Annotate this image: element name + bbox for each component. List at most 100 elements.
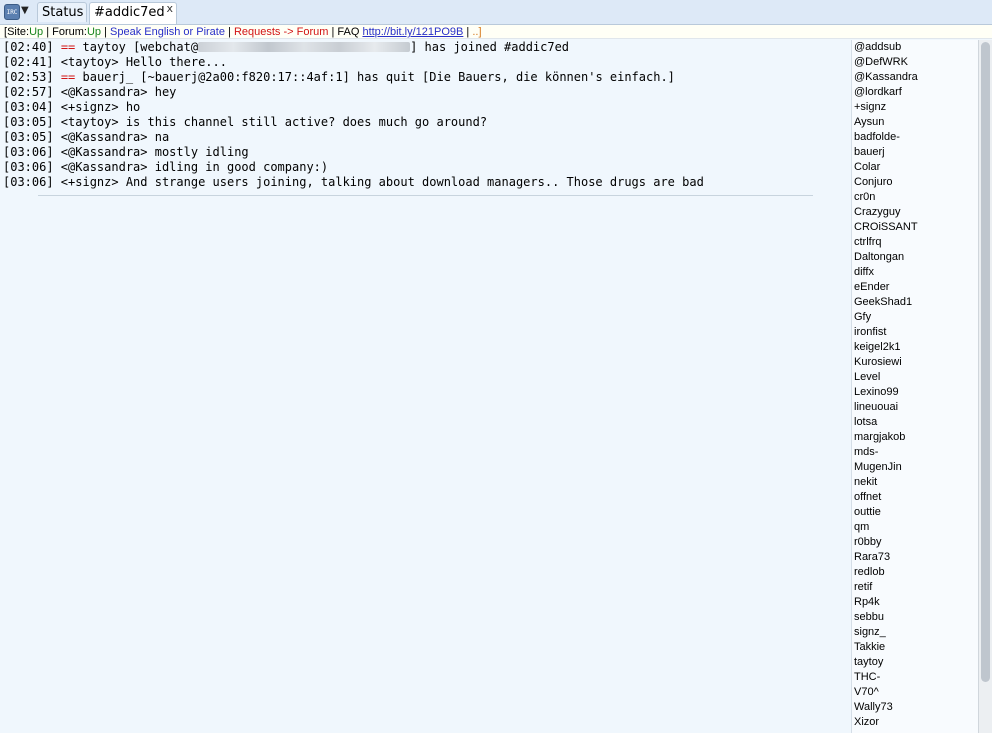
chat-message-area[interactable]: [02:40] == taytoy [webchat@ ] has joined … [0, 40, 850, 733]
tab-addic7ed[interactable]: #addic7ed x [89, 2, 177, 24]
nick-item[interactable]: ctrlfrq [854, 235, 882, 250]
topic-faq-label: FAQ [337, 26, 363, 38]
nick-item[interactable]: bauerj [854, 145, 885, 160]
nick-item[interactable]: offnet [854, 490, 881, 505]
nick-item[interactable]: @addsub [854, 40, 901, 55]
nick-item[interactable]: keigel2k1 [854, 340, 900, 355]
message-text: <@Kassandra> hey [53, 85, 177, 99]
topic-site-status: Up [29, 26, 44, 38]
nick-item[interactable]: retif [854, 580, 872, 595]
message-time: [02:40] [3, 40, 54, 54]
message-text: <@Kassandra> idling in good company:) [53, 160, 329, 174]
nick-item[interactable]: Crazyguy [854, 205, 900, 220]
nick-item[interactable]: Rp4k [854, 595, 880, 610]
nick-item[interactable]: +signz [854, 100, 886, 115]
message-text: taytoy [webchat@ [75, 40, 199, 54]
nick-item[interactable]: redlob [854, 565, 885, 580]
nick-item[interactable]: qm [854, 520, 869, 535]
nick-item[interactable]: MugenJin [854, 460, 902, 475]
nick-list-scrollbar[interactable] [978, 40, 992, 733]
nick-item[interactable]: sebbu [854, 610, 884, 625]
message-time: [02:53] [3, 70, 54, 84]
nick-item[interactable]: Gfy [854, 310, 871, 325]
nick-item[interactable]: margjakob [854, 430, 905, 445]
nick-item[interactable]: r0bby [854, 535, 882, 550]
chat-line: [03:04] <+signz> ho [3, 100, 140, 115]
nick-item[interactable]: @Kassandra [854, 70, 918, 85]
nick-item[interactable]: Xizor [854, 715, 879, 730]
chat-line: [03:06] <@Kassandra> mostly idling [3, 145, 249, 160]
nick-item[interactable]: cr0n [854, 190, 875, 205]
nick-item[interactable]: ironfist [854, 325, 886, 340]
scrollbar-thumb[interactable] [981, 42, 990, 682]
nick-item[interactable]: V70^ [854, 685, 879, 700]
nick-list[interactable]: @addsub @DefWRK @Kassandra @lordkarf +si… [851, 40, 979, 733]
chat-line: [03:05] <@Kassandra> na [3, 130, 169, 145]
message-text: ] has joined #addic7ed [410, 40, 570, 54]
chat-line: [03:06] <+signz> And strange users joini… [3, 175, 704, 190]
nick-item[interactable]: CROiSSANT [854, 220, 918, 235]
nick-item[interactable]: Kurosiewi [854, 355, 902, 370]
nick-item[interactable]: GeekShad1 [854, 295, 912, 310]
nick-item[interactable]: Daltongan [854, 250, 904, 265]
topic-forum-label: Forum: [52, 26, 87, 38]
nick-item[interactable]: Colar [854, 160, 880, 175]
chat-line: [03:06] <@Kassandra> idling in good comp… [3, 160, 328, 175]
redacted-hostname [198, 42, 411, 52]
nick-item[interactable]: mds- [854, 445, 878, 460]
chat-line: [02:57] <@Kassandra> hey [3, 85, 176, 100]
message-text: <+signz> ho [53, 100, 141, 114]
topic-speak-rule: Speak English or Pirate [110, 26, 225, 38]
chat-line: [03:05] <taytoy> is this channel still a… [3, 115, 487, 130]
message-text: <@Kassandra> mostly idling [53, 145, 249, 159]
nick-item[interactable]: Level [854, 370, 880, 385]
tab-bar: IRC ▼ Status #addic7ed x [0, 0, 992, 25]
topic-separator: | [463, 26, 473, 38]
message-time: [03:05] [3, 130, 54, 144]
nick-item[interactable]: eEnder [854, 280, 889, 295]
nick-item[interactable]: signz_ [854, 625, 886, 640]
topic-separator: | [43, 26, 53, 38]
topic-separator: | [224, 26, 234, 38]
nick-item[interactable]: nekit [854, 475, 877, 490]
channel-topic: [Site:Up | Forum:Up | Speak English or P… [0, 25, 992, 39]
nick-item[interactable]: Aysun [854, 115, 884, 130]
tab-label: Status [42, 5, 84, 20]
message-text: <taytoy> Hello there... [53, 55, 227, 69]
nick-item[interactable]: Rara73 [854, 550, 890, 565]
chevron-down-icon[interactable]: ▼ [21, 5, 29, 16]
close-icon[interactable]: x [166, 0, 173, 18]
nick-item[interactable]: Lexino99 [854, 385, 899, 400]
message-time: [02:41] [3, 55, 54, 69]
irc-menu-icon[interactable]: IRC [4, 4, 20, 20]
nick-item[interactable]: @lordkarf [854, 85, 902, 100]
last-read-divider [38, 195, 813, 196]
topic-ellipsis: ..] [472, 26, 482, 38]
nick-item[interactable]: diffx [854, 265, 874, 280]
message-time: [03:06] [3, 145, 54, 159]
message-text: <taytoy> is this channel still active? d… [53, 115, 488, 129]
message-text: <+signz> And strange users joining, talk… [53, 175, 704, 189]
topic-requests-rule: Requests -> Forum [233, 26, 329, 38]
message-time: [03:06] [3, 175, 54, 189]
tab-status[interactable]: Status [37, 2, 87, 22]
nick-item[interactable]: outtie [854, 505, 881, 520]
chat-line-quit: [02:53] == bauerj_ [~bauerj@2a00:f820:17… [3, 70, 675, 85]
nick-item[interactable]: THC- [854, 670, 880, 685]
nick-item[interactable]: lotsa [854, 415, 877, 430]
nick-item[interactable]: Wally73 [854, 700, 893, 715]
event-marker: == [60, 40, 76, 54]
tab-label: #addic7ed [94, 5, 165, 20]
topic-faq-link[interactable]: http://bit.ly/121PO9B [362, 26, 463, 38]
nick-item[interactable]: lineuouai [854, 400, 898, 415]
message-time: [02:57] [3, 85, 54, 99]
topic-separator: | [101, 26, 111, 38]
event-marker: == [60, 70, 76, 84]
nick-item[interactable]: badfolde- [854, 130, 900, 145]
nick-item[interactable]: taytoy [854, 655, 883, 670]
message-text: <@Kassandra> na [53, 130, 170, 144]
nick-item[interactable]: Conjuro [854, 175, 893, 190]
nick-item[interactable]: Takkie [854, 640, 885, 655]
nick-item[interactable]: @DefWRK [854, 55, 908, 70]
message-time: [03:04] [3, 100, 54, 114]
